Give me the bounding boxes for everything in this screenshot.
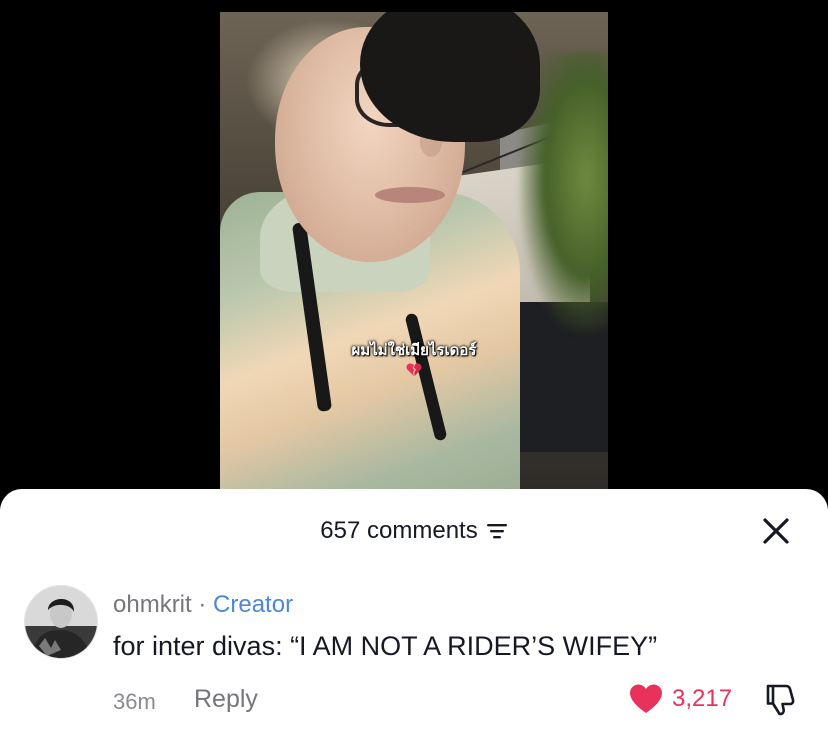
dislike-icon — [766, 684, 795, 716]
heart-icon — [630, 684, 662, 713]
comments-sheet: 657 comments ohmkrit · Creator for inter… — [0, 489, 828, 737]
filter-icon — [486, 524, 507, 539]
reply-button[interactable]: Reply — [194, 685, 258, 714]
video-person-mouth — [375, 187, 445, 203]
comment-item: ohmkrit · Creator for inter divas: “I AM… — [0, 585, 828, 735]
caption-emoji — [220, 362, 608, 382]
comments-count: 657 comments — [320, 517, 478, 544]
comment-author[interactable]: ohmkrit — [113, 591, 192, 618]
video-player[interactable]: ผมไม่ใช่เมียไรเดอร์ — [220, 12, 608, 490]
comments-sort-button[interactable]: 657 comments — [320, 517, 507, 545]
avatar[interactable] — [24, 585, 98, 659]
comment-text: for inter divas: “I AM NOT A RIDER’S WIF… — [113, 631, 658, 661]
video-area: ผมไม่ใช่เมียไรเดอร์ — [0, 0, 828, 500]
comments-title-row: 657 comments — [0, 517, 828, 545]
video-caption: ผมไม่ใช่เมียไรเดอร์ — [351, 341, 477, 359]
broken-heart-icon — [406, 363, 422, 377]
close-icon — [763, 518, 789, 544]
creator-badge: Creator — [213, 591, 294, 618]
like-count: 3,217 — [672, 685, 733, 712]
like-button[interactable]: 3,217 — [628, 681, 732, 717]
avatar-photo — [25, 586, 97, 658]
dislike-button[interactable] — [762, 681, 798, 717]
comments-header: 657 comments — [0, 489, 828, 571]
author-separator: · — [198, 591, 207, 618]
comment-author-line: ohmkrit · Creator — [113, 591, 293, 619]
comment-timestamp: 36m — [113, 689, 156, 714]
close-button[interactable] — [756, 511, 796, 551]
